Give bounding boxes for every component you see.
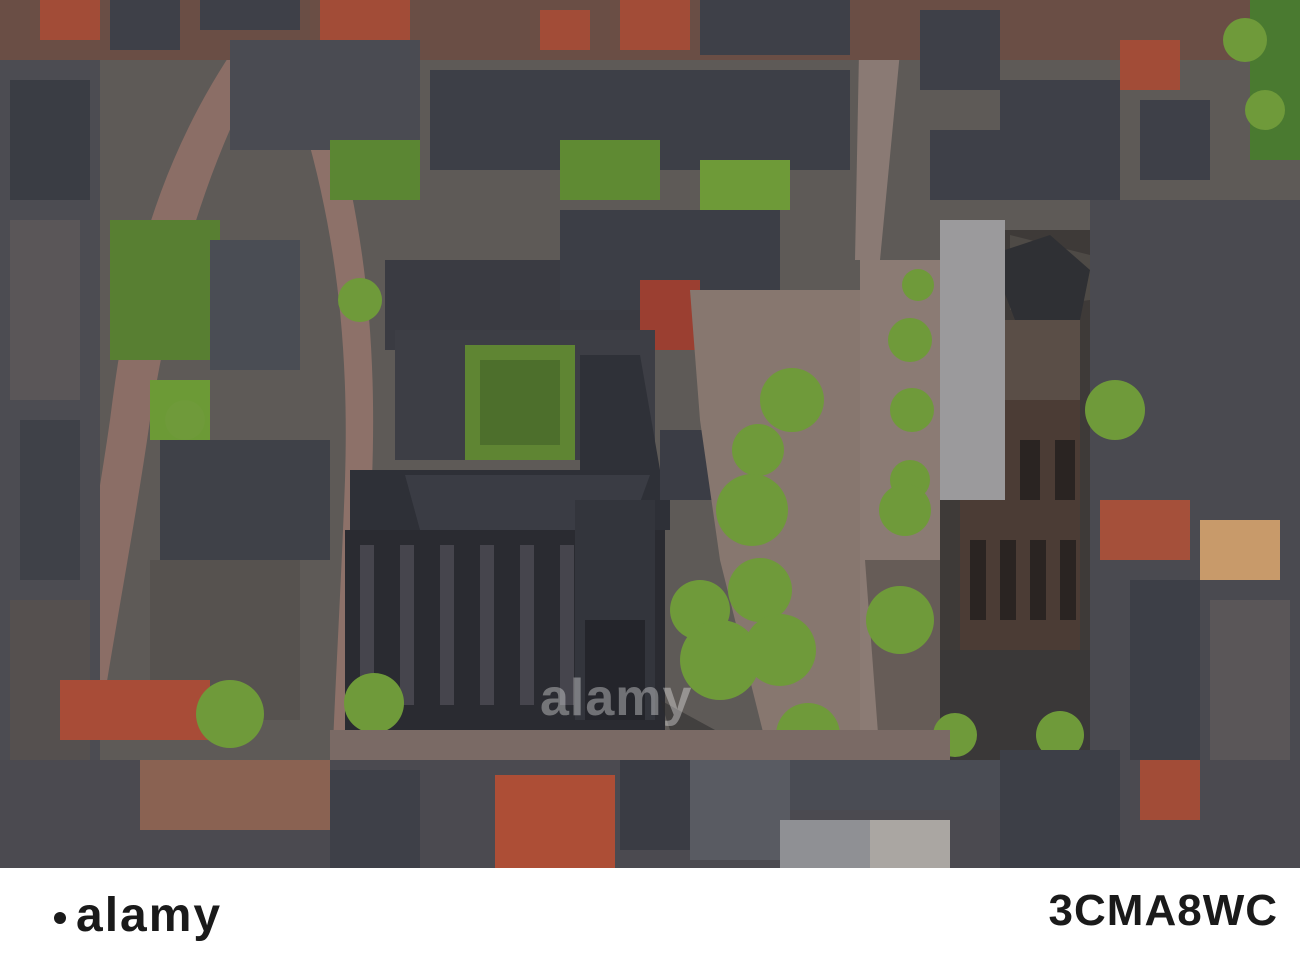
garden-left — [110, 220, 220, 360]
courtyard-trees — [560, 140, 660, 200]
aerial-photo-svg — [0, 0, 1300, 868]
circle-dot-icon — [54, 912, 66, 925]
brand-text: alamy — [76, 889, 223, 942]
aerial-photo: alamy — [0, 0, 1300, 868]
image-id-code: 3CMA8WC — [1048, 886, 1278, 935]
grey-building — [940, 220, 1005, 500]
footer-bar: alamy 3CMA8WC — [0, 868, 1300, 956]
upper-block — [230, 40, 420, 150]
brand-logo[interactable]: alamy — [50, 888, 222, 943]
